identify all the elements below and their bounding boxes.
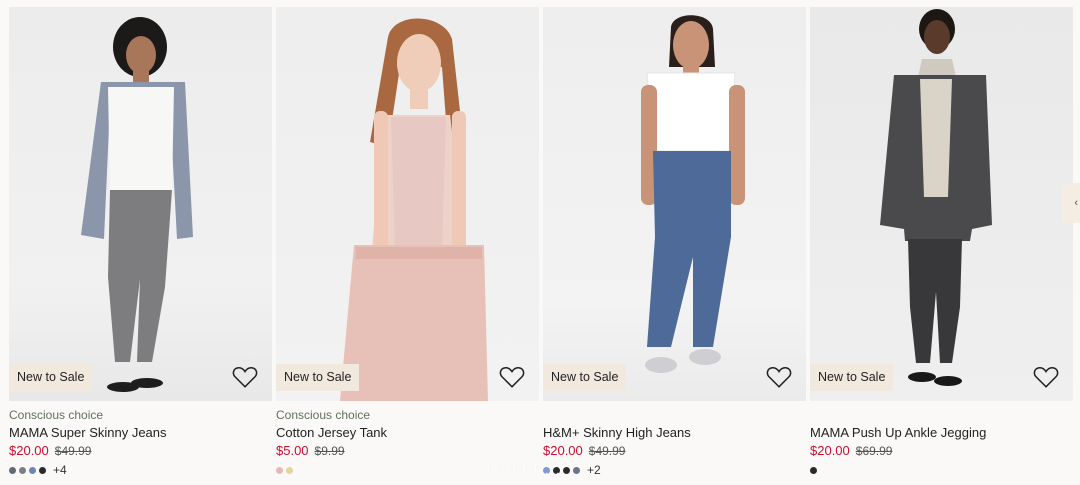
original-price: $69.99 bbox=[855, 444, 893, 458]
color-swatches bbox=[276, 464, 293, 476]
color-swatch[interactable] bbox=[9, 466, 16, 474]
product-grid: New to Sale Conscious choice MAMA Super … bbox=[9, 7, 1073, 485]
model-photo bbox=[880, 9, 992, 386]
chevron-right-icon: ‹ bbox=[1074, 197, 1078, 209]
conscious-choice-label: Conscious choice bbox=[276, 408, 371, 422]
model-photo bbox=[340, 18, 488, 401]
sale-price: $20.00 bbox=[9, 443, 49, 458]
heart-icon[interactable] bbox=[766, 365, 792, 389]
color-swatch[interactable] bbox=[810, 466, 817, 474]
product-image[interactable]: New to Sale bbox=[9, 7, 272, 401]
more-colors-count[interactable]: +4 bbox=[53, 463, 67, 477]
heart-icon[interactable] bbox=[1033, 365, 1059, 389]
product-name[interactable]: MAMA Super Skinny Jeans bbox=[9, 425, 167, 440]
price-row: $20.00 $69.99 bbox=[810, 443, 892, 458]
product-card[interactable]: New to Sale Conscious choice Cotton Jers… bbox=[276, 7, 539, 485]
product-card[interactable]: New to Sale MAMA Push Up Ankle Jegging $… bbox=[810, 7, 1073, 485]
model-photo bbox=[641, 15, 745, 373]
product-card[interactable]: New to Sale Conscious choice MAMA Super … bbox=[9, 7, 272, 485]
sale-badge: New to Sale bbox=[276, 364, 360, 391]
sale-badge: New to Sale bbox=[543, 364, 627, 391]
sale-badge: New to Sale bbox=[810, 364, 894, 391]
sale-price: $20.00 bbox=[543, 443, 583, 458]
color-swatch[interactable] bbox=[573, 466, 580, 474]
color-swatch[interactable] bbox=[19, 466, 26, 474]
conscious-choice-label: Conscious choice bbox=[9, 408, 104, 422]
color-swatches bbox=[810, 464, 817, 476]
more-colors-count[interactable]: +2 bbox=[587, 463, 601, 477]
product-image[interactable]: New to Sale bbox=[543, 7, 806, 401]
heart-icon[interactable] bbox=[499, 365, 525, 389]
product-image[interactable]: New to Sale bbox=[810, 7, 1073, 401]
original-price: $49.99 bbox=[54, 444, 92, 458]
product-name[interactable]: MAMA Push Up Ankle Jegging bbox=[810, 425, 986, 440]
price-row: $20.00 $49.99 bbox=[9, 443, 91, 458]
product-image[interactable]: New to Sale bbox=[276, 7, 539, 401]
heart-icon[interactable] bbox=[232, 365, 258, 389]
color-swatch[interactable] bbox=[29, 466, 36, 474]
sale-badge: New to Sale bbox=[9, 364, 93, 391]
color-swatch[interactable] bbox=[39, 466, 46, 474]
model-photo bbox=[81, 17, 193, 392]
watermark-text: Chi nh... bbox=[486, 458, 561, 480]
sale-price: $20.00 bbox=[810, 443, 850, 458]
color-swatches: +4 bbox=[9, 463, 67, 477]
price-row: $5.00 $9.99 bbox=[276, 443, 345, 458]
color-swatch[interactable] bbox=[276, 466, 283, 474]
color-swatch[interactable] bbox=[563, 466, 570, 474]
original-price: $9.99 bbox=[314, 444, 345, 458]
product-card[interactable]: New to Sale H&M+ Skinny High Jeans $20.0… bbox=[543, 7, 806, 485]
carousel-next-button[interactable]: ‹ bbox=[1061, 183, 1080, 223]
color-swatch[interactable] bbox=[286, 466, 293, 474]
original-price: $49.99 bbox=[588, 444, 626, 458]
product-name[interactable]: Cotton Jersey Tank bbox=[276, 425, 387, 440]
product-name[interactable]: H&M+ Skinny High Jeans bbox=[543, 425, 691, 440]
sale-price: $5.00 bbox=[276, 443, 309, 458]
price-row: $20.00 $49.99 bbox=[543, 443, 625, 458]
